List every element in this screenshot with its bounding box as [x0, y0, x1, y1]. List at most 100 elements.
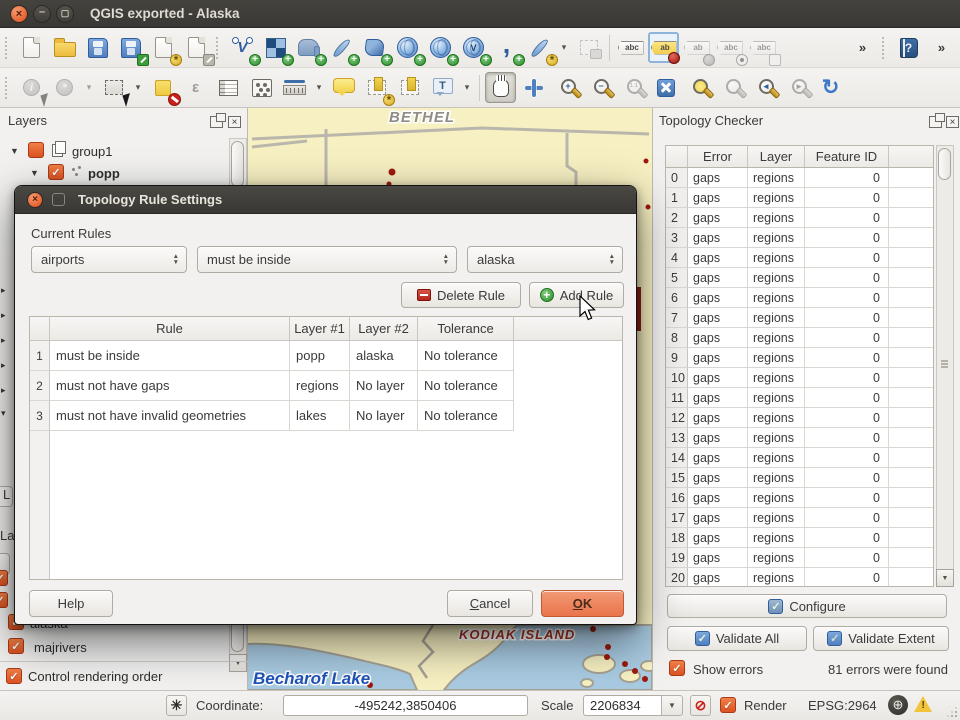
error-row[interactable]: 18gapsregions0 — [666, 528, 933, 548]
group1-checkbox[interactable] — [28, 142, 44, 158]
cancel-button[interactable]: Cancel — [447, 590, 533, 617]
layer-item-popp[interactable]: popp — [88, 166, 120, 181]
panel-float-icon[interactable] — [210, 116, 223, 128]
error-row[interactable]: 0gapsregions0 — [666, 168, 933, 188]
measure-line-button[interactable] — [279, 72, 310, 103]
toolbar-handle[interactable] — [5, 77, 12, 99]
scroll-down-icon[interactable]: ▼ — [229, 654, 247, 672]
render-checkbox[interactable] — [720, 697, 736, 713]
label-toggle-display-button[interactable]: abc — [714, 32, 745, 63]
header-tolerance[interactable]: Tolerance — [418, 317, 514, 340]
clipped-checkbox[interactable] — [0, 570, 8, 586]
error-table[interactable]: Error Layer Feature ID 0gapsregions01gap… — [665, 145, 934, 587]
error-row[interactable]: 20gapsregions0 — [666, 568, 933, 587]
add-postgis-layer-button[interactable]: + — [293, 32, 324, 63]
dialog-titlebar[interactable]: Topology Rule Settings — [15, 186, 636, 214]
window-close-icon[interactable] — [10, 5, 28, 23]
layer-item-group1[interactable]: group1 — [72, 144, 112, 159]
open-attribute-table-button[interactable] — [213, 72, 244, 103]
window-minimize-icon[interactable] — [33, 5, 51, 23]
new-print-composer-button[interactable]: * — [148, 32, 179, 63]
ok-button[interactable]: OK — [541, 590, 624, 617]
zoom-in-button[interactable]: + — [551, 72, 582, 103]
add-spatialite-layer-button[interactable]: + — [326, 32, 357, 63]
show-errors-checkbox[interactable] — [669, 660, 685, 676]
error-row[interactable]: 8gapsregions0 — [666, 328, 933, 348]
layer-item-majrivers[interactable]: majrivers — [34, 640, 87, 655]
map-tips-button[interactable] — [328, 72, 359, 103]
layer1-combo[interactable]: airports — [31, 246, 187, 273]
scale-input[interactable]: 2206834 — [583, 695, 662, 716]
add-raster-layer-button[interactable]: + — [260, 32, 291, 63]
annotation-dropdown-button[interactable]: ▾ — [460, 72, 474, 103]
add-vector-layer-button[interactable]: V+ — [227, 32, 258, 63]
error-row[interactable]: 19gapsregions0 — [666, 548, 933, 568]
header-feature-id[interactable]: Feature ID — [805, 146, 889, 167]
validate-extent-button[interactable]: Validate Extent — [813, 626, 949, 651]
clipped-checkbox[interactable] — [0, 592, 8, 608]
scale-dropdown-icon[interactable]: ▼ — [661, 695, 683, 716]
zoom-to-selection-button[interactable] — [683, 72, 714, 103]
header-layer[interactable]: Layer — [748, 146, 805, 167]
add-delimited-text-layer-button[interactable]: ,+ — [491, 32, 522, 63]
save-project-button[interactable] — [82, 32, 113, 63]
checker-scrollbar[interactable] — [936, 145, 954, 587]
checker-scrollbar-thumb[interactable] — [938, 148, 951, 180]
error-row[interactable]: 17gapsregions0 — [666, 508, 933, 528]
field-calculator-button[interactable] — [246, 72, 277, 103]
error-row[interactable]: 7gapsregions0 — [666, 308, 933, 328]
feature-action-dropdown-button[interactable]: ▾ — [82, 72, 96, 103]
error-row[interactable]: 14gapsregions0 — [666, 448, 933, 468]
pan-map-button[interactable] — [485, 72, 516, 103]
error-row[interactable]: 11gapsregions0 — [666, 388, 933, 408]
select-by-expression-button[interactable]: ε — [180, 72, 211, 103]
header-layer2[interactable]: Layer #2 — [350, 317, 418, 340]
error-row[interactable]: 1gapsregions0 — [666, 188, 933, 208]
rule-combo[interactable]: must be inside — [197, 246, 457, 273]
warning-icon[interactable]: ! — [914, 696, 934, 714]
error-row[interactable]: 15gapsregions0 — [666, 468, 933, 488]
error-row[interactable]: 4gapsregions0 — [666, 248, 933, 268]
deselect-features-button[interactable] — [147, 72, 178, 103]
layers-scrollbar-thumb[interactable] — [231, 141, 244, 187]
expand-arrow-icon[interactable]: ▼ — [30, 168, 39, 178]
error-row[interactable]: 2gapsregions0 — [666, 208, 933, 228]
zoom-next-button[interactable]: ▸ — [782, 72, 813, 103]
header-error[interactable]: Error — [688, 146, 748, 167]
resize-grip[interactable] — [947, 707, 957, 717]
new-bookmark-button[interactable]: * — [361, 72, 392, 103]
popp-checkbox[interactable] — [48, 164, 64, 180]
help-button[interactable]: Help — [29, 590, 113, 617]
stop-render-icon[interactable]: ⊘ — [690, 695, 711, 716]
run-feature-action-button[interactable]: * — [49, 72, 80, 103]
panel-close-icon[interactable] — [228, 116, 241, 128]
crs-globe-icon[interactable]: ⊕ — [888, 695, 908, 715]
add-wfs-layer-button[interactable]: V+ — [458, 32, 489, 63]
majrivers-checkbox[interactable] — [8, 638, 24, 654]
error-row[interactable]: 6gapsregions0 — [666, 288, 933, 308]
error-row[interactable]: 9gapsregions0 — [666, 348, 933, 368]
pan-to-selection-button[interactable] — [518, 72, 549, 103]
add-rule-button[interactable]: Add Rule — [529, 282, 624, 308]
toolbar-handle[interactable] — [5, 37, 12, 59]
clipped-tab[interactable]: L — [0, 486, 13, 507]
show-bookmarks-button[interactable] — [394, 72, 425, 103]
new-spatialite-layer-button[interactable]: * — [524, 32, 555, 63]
labeling-button[interactable]: abc — [615, 32, 646, 63]
expand-arrow-icon[interactable]: ▼ — [10, 146, 19, 156]
error-row[interactable]: 16gapsregions0 — [666, 488, 933, 508]
error-row[interactable]: 13gapsregions0 — [666, 428, 933, 448]
extents-marker-icon[interactable]: ✳ — [166, 695, 187, 716]
zoom-last-button[interactable]: ◂ — [749, 72, 780, 103]
error-row[interactable]: 12gapsregions0 — [666, 408, 933, 428]
scroll-down-icon[interactable]: ▼ — [936, 569, 954, 587]
add-wcs-layer-button[interactable]: + — [425, 32, 456, 63]
open-project-button[interactable] — [49, 32, 80, 63]
label-move-button[interactable]: abc — [747, 32, 778, 63]
toolbar-extension-2-button[interactable]: » — [926, 32, 957, 63]
label-hold-button[interactable]: ab — [681, 32, 712, 63]
dialog-close-icon[interactable] — [27, 192, 43, 208]
composer-manager-button[interactable] — [181, 32, 212, 63]
toolbar-handle[interactable] — [882, 37, 889, 59]
zoom-full-button[interactable] — [650, 72, 681, 103]
